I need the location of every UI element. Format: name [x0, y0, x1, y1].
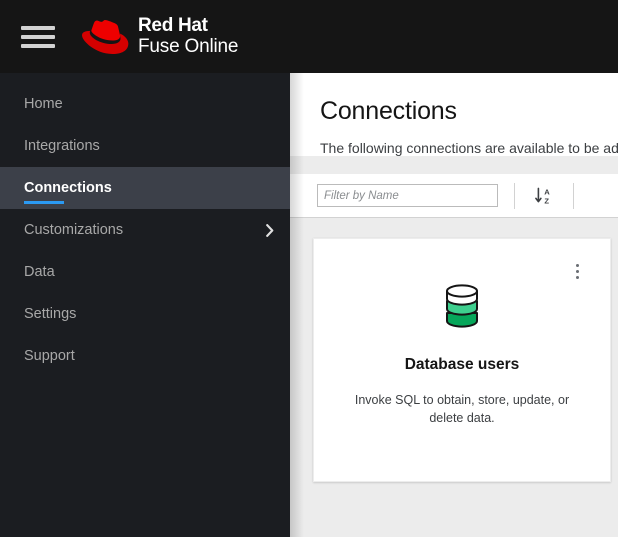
sidebar-item-label: Settings — [24, 306, 77, 322]
connections-card-grid: Database users Invoke SQL to obtain, sto… — [290, 218, 618, 482]
red-hat-logo-icon — [82, 19, 129, 54]
page-title: Connections — [320, 97, 457, 125]
kebab-dot — [575, 275, 579, 279]
toolbar-divider — [573, 182, 574, 209]
app-root: Red Hat Fuse Online Home Integrations Co… — [0, 0, 618, 537]
svg-text:A: A — [544, 187, 550, 196]
hamburger-bar — [21, 25, 55, 30]
masthead: Red Hat Fuse Online — [0, 0, 618, 73]
sidebar-navigation: Home Integrations Connections Customizat… — [0, 73, 290, 537]
page-subtitle: The following connections are available … — [320, 140, 618, 156]
hamburger-bar — [21, 43, 55, 48]
hamburger-bar — [21, 34, 55, 39]
brand-line-2: Fuse Online — [138, 35, 239, 57]
svg-text:Z: Z — [544, 196, 549, 205]
sidebar-item-label: Connections — [24, 180, 112, 204]
sidebar-item-home[interactable]: Home — [0, 83, 290, 125]
card-title: Database users — [404, 356, 520, 373]
brand-logo[interactable]: Red Hat Fuse Online — [82, 14, 239, 57]
card-kebab-menu-button[interactable] — [570, 261, 584, 281]
toolbar: A Z — [290, 174, 618, 218]
card-description: Invoke SQL to obtain, store, update, or … — [354, 393, 570, 426]
brand-line-1: Red Hat — [138, 14, 208, 36]
sidebar-item-connections[interactable]: Connections — [0, 167, 290, 209]
sidebar-item-label: Customizations — [24, 222, 124, 238]
sidebar-item-customizations[interactable]: Customizations — [0, 209, 290, 251]
sort-az-button[interactable]: A Z — [531, 183, 557, 209]
filter-by-name-input[interactable] — [317, 184, 498, 207]
sidebar-item-integrations[interactable]: Integrations — [0, 125, 290, 167]
sidebar-item-support[interactable]: Support — [0, 335, 290, 377]
sidebar-item-label: Data — [24, 264, 55, 280]
sidebar-item-label: Support — [24, 348, 75, 364]
database-icon — [446, 284, 478, 328]
kebab-dot — [575, 263, 579, 267]
sidebar-item-label: Home — [24, 96, 63, 112]
nav-toggle-button[interactable] — [21, 22, 55, 52]
toolbar-divider — [514, 182, 515, 209]
chevron-right-icon — [266, 223, 274, 237]
connection-card[interactable]: Database users Invoke SQL to obtain, sto… — [313, 238, 611, 482]
sidebar-item-data[interactable]: Data — [0, 251, 290, 293]
brand-text: Red Hat Fuse Online — [138, 14, 239, 57]
sidebar-item-label: Integrations — [24, 138, 100, 154]
kebab-dot — [575, 269, 579, 273]
page-header: Connections The following connections ar… — [290, 73, 618, 156]
main-content: Connections The following connections ar… — [290, 73, 618, 537]
card-icon-wrap — [445, 282, 479, 330]
sort-alpha-down-icon: A Z — [535, 187, 550, 205]
sidebar-item-settings[interactable]: Settings — [0, 293, 290, 335]
